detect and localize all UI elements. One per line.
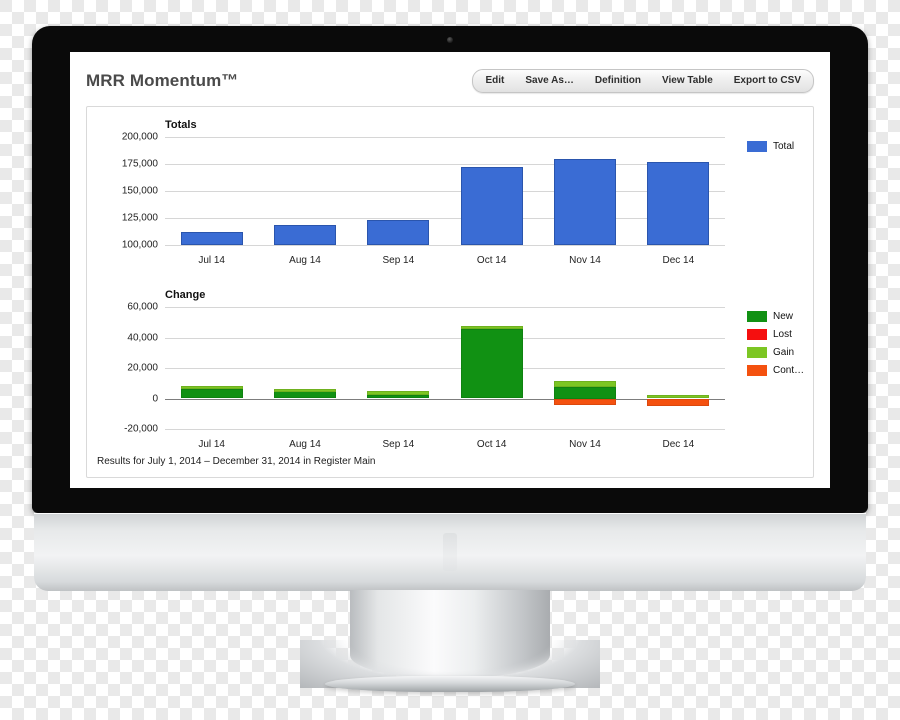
bar-group[interactable] [274,137,336,245]
report-card: Totals 100,000 125,000 150,000 175,000 200,0… [86,106,814,478]
bar-group[interactable] [647,137,710,245]
bar-segment-gain[interactable] [180,385,243,390]
legend-item[interactable]: Total [747,137,794,155]
zero-axis-line [165,398,725,400]
legend-item-label: Lost [773,328,792,340]
y-axis-tick-label: 60,000 [127,301,158,313]
y-axis-tick-label: 100,000 [121,239,158,251]
legend-item-label: Cont… [773,364,805,376]
x-axis-tick-label: Nov 14 [569,255,601,266]
bar-group[interactable] [647,307,710,429]
y-axis-tick-label: 20,000 [127,362,158,374]
bar-segment-new[interactable] [460,329,523,399]
apple-logo-icon [443,533,457,571]
x-axis-tick-label: Nov 14 [569,439,601,450]
x-axis-tick-label: Oct 14 [476,439,507,450]
bar-total[interactable] [367,219,430,245]
x-axis-tick-label: Dec 14 [662,439,695,450]
bar-group[interactable] [554,137,616,245]
bar-segment-gain[interactable] [367,391,430,396]
x-axis-tick-label: Jul 14 [198,255,225,266]
bar-segment-cont[interactable] [647,398,710,407]
legend-item-label: New [773,310,794,322]
bar-total[interactable] [460,167,523,245]
app-page: MRR Momentum™ Edit Save As… Definition V… [70,52,830,488]
view-table-button[interactable]: View Table [651,71,723,91]
grid-line [165,218,725,219]
x-axis-tick-label: Sep 14 [382,255,415,266]
x-axis-tick-label: Oct 14 [476,255,507,266]
results-footer-note: Results for July 1, 2014 – December 31, … [97,456,376,467]
legend-item[interactable]: New [747,307,804,325]
change-chart-title: Change [165,289,206,301]
bar-segment-new[interactable] [180,389,243,399]
grid-line [165,137,725,138]
totals-legend: Total [747,137,794,155]
bar-group[interactable] [460,137,523,245]
bar-segment-new[interactable] [367,395,430,399]
bar-group[interactable] [367,137,430,245]
bar-group[interactable] [274,307,336,429]
export-to-csv-button[interactable]: Export to CSV [723,71,811,91]
x-axis-tick-label: Sep 14 [382,439,415,450]
x-axis-tick-label: Jul 14 [198,439,225,450]
bar-segment-gain[interactable] [460,326,523,330]
app-header: MRR Momentum™ Edit Save As… Definition V… [86,66,814,96]
legend-item[interactable]: Cont… [747,361,804,379]
bar-group[interactable] [554,307,616,429]
y-axis-tick-label: 40,000 [127,332,158,343]
grid-line [165,245,725,246]
grid-line [165,164,725,165]
y-axis-tick-label: 150,000 [121,185,158,197]
bar-group[interactable] [460,307,523,429]
change-plot-area: -20,000 0 20,000 40,000 60,000 Jul 14 Aug 14 Se… [124,302,725,450]
save-as-button[interactable]: Save As… [514,71,584,91]
bar-total[interactable] [647,161,710,245]
legend-swatch-icon [747,364,767,376]
grid-line [165,191,725,192]
legend-item-label: Gain [773,346,795,358]
change-legend: New Lost Gain Cont… [747,307,804,379]
grid-line [165,368,725,369]
bar-segment-new[interactable] [554,387,616,399]
toolbar: Edit Save As… Definition View Table Expo… [472,69,814,93]
bar-segment-cont[interactable] [554,398,616,405]
webcam-icon [447,37,453,43]
imac-screen: MRR Momentum™ Edit Save As… Definition V… [70,52,830,488]
page-title: MRR Momentum™ [86,71,239,90]
legend-swatch-icon [747,346,767,358]
edit-button[interactable]: Edit [475,71,514,91]
legend-item-label: Total [773,140,795,152]
imac-monitor-body: MRR Momentum™ Edit Save As… Definition V… [32,26,868,513]
y-axis-tick-label: 200,000 [121,131,158,143]
imac-chin [34,513,866,591]
bar-group[interactable] [367,307,430,429]
bar-segment-gain[interactable] [274,388,336,392]
x-axis-tick-label: Dec 14 [662,255,695,266]
bar-group[interactable] [180,137,243,245]
totals-plot-area: 100,000 125,000 150,000 175,000 200,000 Jul 1… [122,132,725,266]
legend-item[interactable]: Gain [747,343,804,361]
grid-line [165,337,725,339]
y-axis-tick-label: 125,000 [121,212,158,224]
bar-total[interactable] [554,159,616,245]
legend-item[interactable]: Lost [747,325,804,343]
x-axis-tick-label: Aug 14 [289,439,321,450]
legend-swatch-icon [747,140,767,152]
grid-line [165,307,725,308]
imac-stand-base [325,676,575,692]
grid-line [165,429,725,430]
legend-swatch-icon [747,328,767,340]
bar-segment-gain[interactable] [554,380,616,388]
x-axis-tick-label: Aug 14 [289,255,321,266]
bar-group[interactable] [180,307,243,429]
bar-total[interactable] [180,232,243,245]
definition-button[interactable]: Definition [584,71,651,91]
bar-total[interactable] [274,225,336,245]
legend-swatch-icon [747,310,767,322]
totals-chart-title: Totals [165,119,197,131]
y-axis-tick-label: 0 [152,393,158,404]
y-axis-tick-label: 175,000 [121,158,158,170]
y-axis-tick-label: -20,000 [124,423,158,435]
